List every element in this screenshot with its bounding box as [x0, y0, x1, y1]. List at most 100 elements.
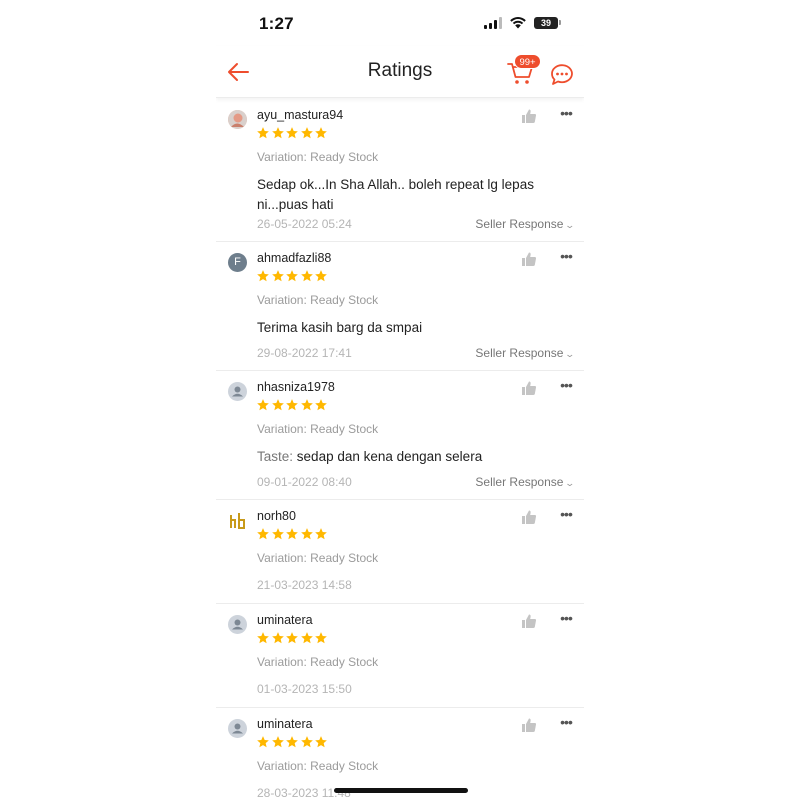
star-icon: [257, 127, 269, 139]
more-options-icon[interactable]: •••: [558, 106, 574, 122]
home-indicator[interactable]: [334, 788, 468, 793]
star-icon: [271, 632, 284, 644]
star-icon: [286, 399, 298, 411]
more-options-icon[interactable]: •••: [558, 715, 574, 731]
more-options-icon[interactable]: •••: [558, 249, 574, 265]
wifi-icon: [510, 17, 526, 29]
avatar[interactable]: [228, 719, 247, 738]
star-icon: [257, 632, 269, 644]
comment-label: Taste:: [257, 449, 294, 464]
star-icon: [257, 399, 269, 411]
seller-response-toggle[interactable]: Seller Response⌄: [475, 217, 576, 231]
thumbs-up-icon[interactable]: [521, 251, 537, 267]
star-rating: [256, 527, 329, 543]
seller-response-label: Seller Response: [475, 346, 564, 360]
star-icon: [315, 270, 327, 282]
review-username: uminatera: [257, 613, 313, 627]
star-icon: [271, 528, 284, 540]
review-date: 26-05-2022 05:24: [257, 217, 352, 231]
thumbs-up-icon[interactable]: [521, 108, 537, 124]
review-variation: Variation: Ready Stock: [257, 150, 379, 164]
seller-response-toggle[interactable]: Seller Response⌄: [475, 346, 576, 360]
star-rating: [256, 269, 329, 285]
review-item: F ahmadfazli88 ••• Variation: Ready Stoc…: [216, 242, 584, 371]
star-rating: [256, 735, 329, 751]
thumbs-up-icon[interactable]: [521, 380, 537, 396]
chevron-down-icon: ⌄: [564, 349, 576, 359]
star-icon: [286, 270, 298, 282]
star-icon: [315, 399, 327, 411]
star-rating: [256, 126, 329, 142]
review-comment: Terima kasih barg da smpai: [257, 320, 423, 335]
seller-response-label: Seller Response: [475, 475, 564, 489]
status-bar: 1:27 39: [216, 0, 584, 46]
star-icon: [286, 127, 298, 139]
chevron-down-icon: ⌄: [564, 220, 576, 230]
avatar[interactable]: [228, 110, 247, 129]
review-date: 29-08-2022 17:41: [257, 346, 352, 360]
nav-header: Ratings 99+: [216, 46, 584, 98]
review-comment: Sedap ok...In Sha Allah.. boleh repeat l…: [257, 177, 534, 212]
star-icon: [300, 632, 313, 644]
comment-text: sedap dan kena dengan selera: [296, 449, 483, 464]
cellular-signal-icon: [484, 17, 504, 29]
star-icon: [271, 399, 284, 411]
star-icon: [300, 736, 313, 748]
review-variation: Variation: Ready Stock: [257, 422, 379, 436]
more-options-icon[interactable]: •••: [558, 611, 574, 627]
battery-icon: 39: [534, 17, 558, 29]
phone-screen: 1:27 39 Ratings 99+ ayu_mastura94 ••• Va…: [216, 0, 584, 800]
review-username: nhasniza1978: [257, 380, 335, 394]
review-item: uminatera ••• Variation: Ready Stock 28-…: [216, 708, 584, 800]
star-rating: [256, 631, 329, 647]
star-icon: [271, 127, 284, 139]
review-date: 21-03-2023 14:58: [257, 578, 352, 592]
seller-response-toggle[interactable]: Seller Response⌄: [475, 475, 576, 489]
avatar[interactable]: [228, 615, 247, 634]
star-icon: [257, 736, 269, 748]
star-icon: [315, 127, 327, 139]
review-comment: Taste: sedap dan kena dengan selera: [257, 447, 557, 467]
more-options-icon[interactable]: •••: [558, 378, 574, 394]
thumbs-up-icon[interactable]: [521, 509, 537, 525]
star-icon: [315, 528, 327, 540]
review-variation: Variation: Ready Stock: [257, 655, 379, 669]
review-username: ayu_mastura94: [257, 108, 344, 122]
cart-badge: 99+: [514, 54, 541, 69]
star-icon: [271, 736, 284, 748]
review-username: ahmadfazli88: [257, 251, 332, 265]
star-icon: [300, 127, 313, 139]
battery-cap: [559, 20, 561, 25]
review-username: uminatera: [257, 717, 313, 731]
star-icon: [286, 632, 298, 644]
status-time: 1:27: [259, 14, 294, 33]
thumbs-up-icon[interactable]: [521, 613, 537, 629]
star-rating: [256, 398, 329, 414]
avatar[interactable]: [228, 382, 247, 401]
ratings-list: ayu_mastura94 ••• Variation: Ready Stock…: [216, 99, 584, 800]
more-options-icon[interactable]: •••: [558, 507, 574, 523]
star-icon: [315, 632, 327, 644]
seller-response-label: Seller Response: [475, 217, 564, 231]
review-item: uminatera ••• Variation: Ready Stock 01-…: [216, 604, 584, 708]
star-icon: [300, 270, 313, 282]
thumbs-up-icon[interactable]: [521, 717, 537, 733]
review-date: 01-03-2023 15:50: [257, 682, 352, 696]
avatar[interactable]: [228, 511, 247, 530]
review-item: ayu_mastura94 ••• Variation: Ready Stock…: [216, 99, 584, 242]
avatar[interactable]: F: [228, 253, 247, 272]
chat-bubble-icon[interactable]: [548, 60, 576, 88]
star-icon: [257, 270, 269, 282]
review-username: norh80: [257, 509, 296, 523]
review-variation: Variation: Ready Stock: [257, 551, 379, 565]
review-date: 09-01-2022 08:40: [257, 475, 352, 489]
star-icon: [286, 736, 298, 748]
review-variation: Variation: Ready Stock: [257, 759, 379, 773]
review-item: nhasniza1978 ••• Variation: Ready Stock …: [216, 371, 584, 500]
review-item: norh80 ••• Variation: Ready Stock 21-03-…: [216, 500, 584, 604]
star-icon: [271, 270, 284, 282]
chevron-down-icon: ⌄: [564, 478, 576, 488]
star-icon: [300, 399, 313, 411]
star-icon: [257, 528, 269, 540]
star-icon: [286, 528, 298, 540]
